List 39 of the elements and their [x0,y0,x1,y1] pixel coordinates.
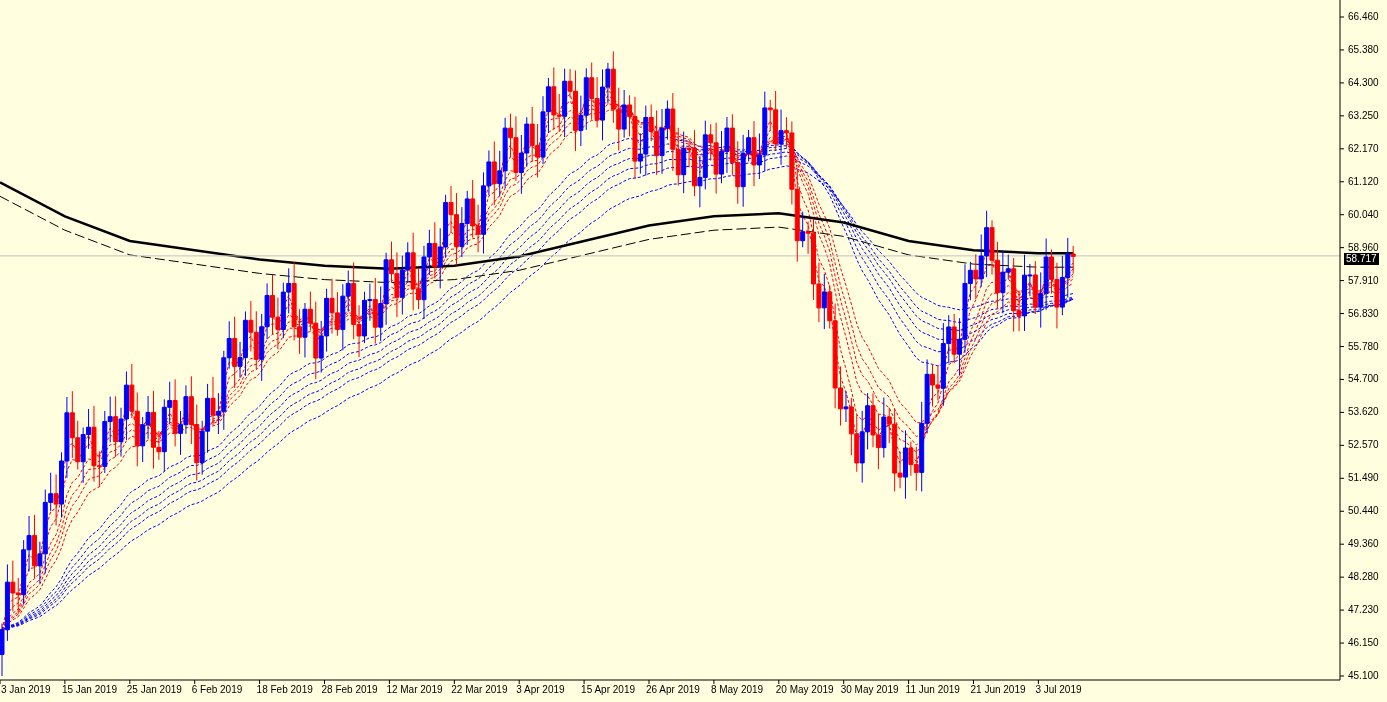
date-label: 11 Jun 2019 [905,684,960,695]
date-label: 12 Mar 2019 [386,684,443,695]
price-label: 47.230 [1348,604,1379,616]
price-label: 60.040 [1348,208,1379,220]
price-label: 52.570 [1348,439,1379,451]
date-label: 25 Jan 2019 [126,684,182,695]
price-label: 64.300 [1348,76,1379,88]
price-label: 50.440 [1348,505,1379,517]
date-label: 15 Apr 2019 [581,684,636,695]
price-label: 45.100 [1348,670,1379,681]
price-label: 62.170 [1348,142,1379,154]
date-label: 22 Mar 2019 [451,684,508,695]
price-label: 57.910 [1348,274,1379,286]
price-label: 51.490 [1348,472,1379,484]
price-label: 66.460 [1348,11,1379,22]
date-label: 8 May 2019 [710,684,764,695]
date-label: 30 May 2019 [840,684,899,695]
price-label: 63.250 [1348,109,1379,121]
date-label: 3 Apr 2019 [516,684,565,695]
date-label: 20 May 2019 [775,684,834,695]
date-label: 6 Feb 2019 [191,684,243,695]
price-label: 65.380 [1348,43,1379,55]
price-label: 54.700 [1348,373,1379,385]
price-label: 58.960 [1348,241,1379,253]
price-label: 53.620 [1348,406,1379,418]
price-label: 56.830 [1348,307,1379,319]
date-label: 28 Feb 2019 [321,684,378,695]
date-label: 21 Jun 2019 [970,684,1026,695]
date-label: 3 Jul 2019 [1035,684,1082,695]
price-label: 49.360 [1348,538,1379,550]
date-label: 15 Jan 2019 [61,684,117,695]
price-label: 55.780 [1348,340,1379,352]
date-label: 18 Feb 2019 [256,684,313,695]
price-label: 61.120 [1348,175,1379,187]
price-label: 48.280 [1348,571,1379,583]
date-label: 26 Apr 2019 [646,684,700,695]
date-label: 3 Jan 2019 [1,684,51,695]
price-label: 46.150 [1348,637,1379,649]
current-price-label: 58.717 [1344,252,1379,265]
